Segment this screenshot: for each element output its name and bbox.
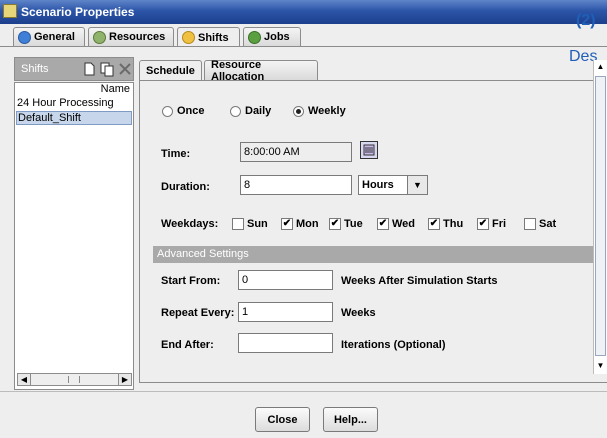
radio-once-indicator (162, 105, 173, 117)
tab-schedule-label: Schedule (146, 65, 195, 77)
shifts-clock-icon (182, 31, 195, 44)
window-title: Scenario Properties (21, 5, 135, 19)
shifts-panel-title: Shifts (21, 63, 49, 75)
new-shift-icon[interactable] (81, 61, 97, 77)
advanced-settings-header: Advanced Settings (153, 246, 594, 263)
list-item[interactable]: 24 Hour Processing (16, 97, 132, 111)
checkbox-tue[interactable]: ✔ Tue (329, 218, 363, 230)
tab-shifts-label: Shifts (198, 31, 229, 44)
vertical-scrollbar[interactable]: ▲ ▼ (593, 60, 607, 374)
checkbox-thu[interactable]: ✔ Thu (428, 218, 463, 230)
checkbox-thu-label: Thu (443, 218, 464, 230)
radio-once-label: Once (177, 105, 205, 117)
checkbox-mon-box: ✔ (281, 218, 293, 230)
start-from-label: Start From: (161, 275, 221, 287)
repeat-every-label: Repeat Every: (161, 307, 235, 319)
close-button[interactable]: Close (255, 407, 310, 432)
time-label: Time: (161, 148, 191, 160)
list-item-selected[interactable]: Default_Shift (16, 111, 132, 125)
radio-daily[interactable]: Daily (230, 105, 271, 117)
end-after-suffix: Iterations (Optional) (341, 339, 446, 351)
checkbox-sat-label: Sat (539, 218, 557, 230)
duration-label: Duration: (161, 181, 210, 193)
resources-icon (93, 30, 106, 44)
scroll-down-icon[interactable]: ▼ (595, 360, 606, 372)
checkbox-wed-box: ✔ (377, 218, 389, 230)
advanced-settings-title: Advanced Settings (157, 248, 249, 260)
app-icon (3, 4, 17, 18)
checkbox-thu-box: ✔ (428, 218, 440, 230)
start-from-suffix: Weeks After Simulation Starts (341, 275, 498, 287)
repeat-every-field[interactable]: 1 (238, 302, 333, 322)
checkbox-sat[interactable]: Sat (524, 218, 556, 230)
overlay-number: (2) (576, 12, 596, 29)
chevron-down-icon[interactable]: ▼ (407, 176, 427, 194)
title-bar[interactable]: Scenario Properties (0, 0, 607, 24)
duration-unit-value: Hours (362, 179, 394, 191)
shifts-panel-header: Shifts (14, 57, 134, 81)
tab-divider (0, 46, 607, 47)
tab-resource-allocation-label: Resource Allocation (211, 58, 265, 83)
start-from-field[interactable]: 0 (238, 270, 333, 290)
footer-divider (0, 391, 607, 392)
horizontal-scrollbar[interactable]: ◀ ▶ (17, 373, 132, 386)
tab-general[interactable]: General (13, 27, 85, 46)
schedule-panel (139, 80, 607, 383)
checkbox-sun-label: Sun (247, 218, 268, 230)
radio-weekly[interactable]: Weekly (293, 105, 346, 117)
checkbox-wed-label: Wed (392, 218, 416, 230)
duration-field[interactable]: 8 (240, 175, 352, 195)
tab-shifts[interactable]: Shifts (177, 27, 240, 47)
weekdays-label: Weekdays: (161, 218, 219, 230)
radio-daily-label: Daily (245, 105, 272, 117)
tab-jobs[interactable]: Jobs (243, 27, 301, 46)
copy-shift-icon[interactable] (99, 61, 115, 77)
scroll-left-icon[interactable]: ◀ (18, 374, 31, 385)
tab-jobs-label: Jobs (264, 31, 290, 43)
end-after-label: End After: (161, 339, 214, 351)
checkbox-wed[interactable]: ✔ Wed (377, 218, 415, 230)
end-after-field[interactable] (238, 333, 333, 353)
radio-daily-indicator (230, 105, 241, 117)
tab-general-label: General (34, 31, 75, 43)
radio-once[interactable]: Once (162, 105, 205, 117)
calendar-icon[interactable] (360, 141, 378, 159)
checkbox-sat-box (524, 218, 536, 230)
radio-weekly-label: Weekly (308, 105, 346, 117)
duration-unit-select[interactable]: Hours ▼ (358, 175, 428, 195)
checkbox-mon[interactable]: ✔ Mon (281, 218, 319, 230)
radio-weekly-indicator (293, 105, 304, 117)
tab-resource-allocation[interactable]: Resource Allocation (204, 58, 318, 83)
tab-resources-label: Resources (109, 31, 166, 43)
scroll-thumb[interactable] (595, 76, 606, 356)
checkbox-fri-label: Fri (492, 218, 507, 230)
checkbox-fri-box: ✔ (477, 218, 489, 230)
scroll-up-icon[interactable]: ▲ (595, 61, 606, 73)
checkbox-sun[interactable]: Sun (232, 218, 268, 230)
scroll-right-icon[interactable]: ▶ (118, 374, 131, 385)
checkbox-mon-label: Mon (296, 218, 319, 230)
jobs-icon (248, 30, 261, 44)
tab-resources[interactable]: Resources (88, 27, 174, 46)
general-icon (18, 30, 31, 44)
checkbox-fri[interactable]: ✔ Fri (477, 218, 506, 230)
checkbox-sun-box (232, 218, 244, 230)
time-field[interactable]: 8:00:00 AM (240, 142, 352, 162)
help-button[interactable]: Help... (323, 407, 378, 432)
tab-schedule[interactable]: Schedule (139, 60, 202, 81)
delete-shift-icon[interactable] (117, 61, 133, 77)
checkbox-tue-box: ✔ (329, 218, 341, 230)
shifts-list[interactable]: Name 24 Hour Processing Default_Shift ◀ … (14, 82, 134, 390)
scroll-thumb-grip (68, 376, 80, 383)
checkbox-tue-label: Tue (344, 218, 363, 230)
repeat-every-suffix: Weeks (341, 307, 376, 319)
column-header-name: Name (100, 83, 130, 95)
